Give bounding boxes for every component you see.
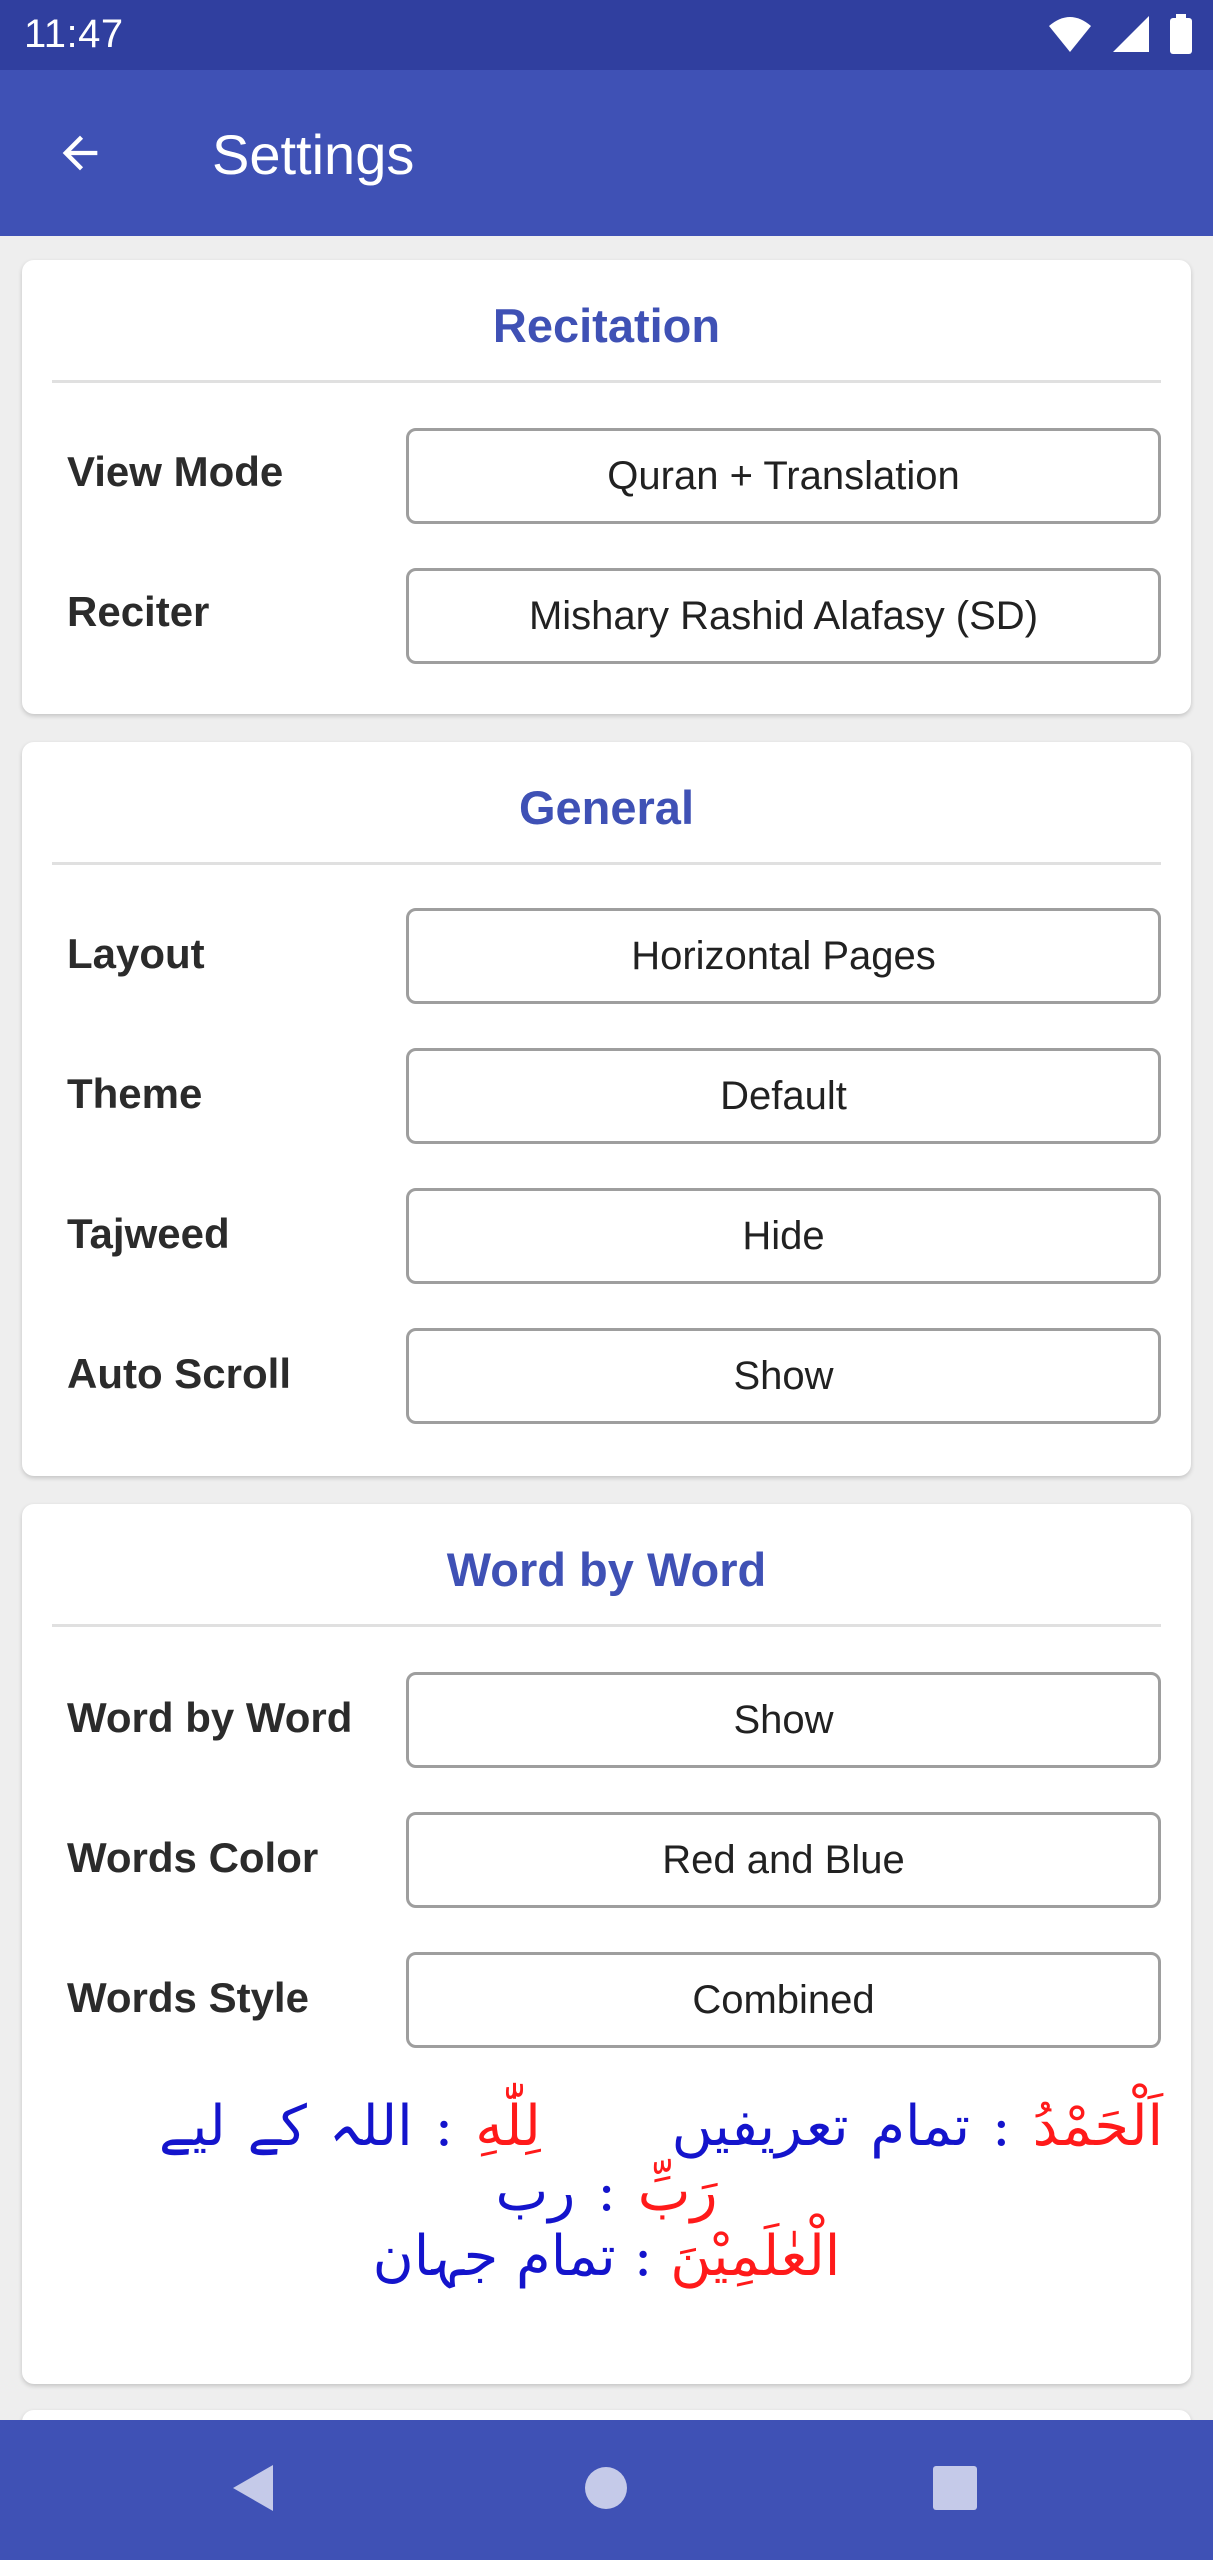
words-color-label: Words Color: [67, 1834, 319, 1881]
section-divider: [52, 862, 1161, 865]
words-style-label: Words Style: [67, 1974, 309, 2021]
recitation-card: Recitation View Mode Quran + Translation…: [22, 260, 1191, 714]
app-bar: Settings: [0, 70, 1213, 236]
signal-icon: [1111, 14, 1151, 59]
battery-icon: [1169, 14, 1193, 59]
preview-arabic-word: رَبِّ: [637, 2159, 718, 2224]
section-title-general: General: [518, 781, 695, 834]
section-title-recitation: Recitation: [492, 299, 721, 352]
section-divider: [52, 1624, 1161, 1627]
preview-arabic-word: اَلْحَمْدُ: [1032, 2094, 1164, 2159]
layout-label: Layout: [67, 930, 205, 977]
words-color-value: Red and Blue: [662, 1837, 905, 1882]
theme-select[interactable]: Default: [406, 1048, 1161, 1144]
auto-scroll-label: Auto Scroll: [67, 1350, 292, 1397]
status-time: 11:47: [24, 12, 124, 56]
preview-separator: :: [434, 2094, 454, 2159]
theme-value: Default: [720, 1073, 847, 1118]
preview-translation-word: اللہ کے لیے: [158, 2094, 413, 2159]
system-nav-bar: [0, 2420, 1213, 2560]
preview-separator: :: [991, 2094, 1011, 2159]
word-by-word-label: Word by Word: [67, 1694, 353, 1741]
status-bar: 11:47: [0, 0, 1213, 70]
preview-separator: :: [597, 2159, 616, 2224]
auto-scroll-value: Show: [733, 1353, 834, 1398]
arrow-back-icon: [54, 127, 106, 184]
words-style-select[interactable]: Combined: [406, 1952, 1161, 2048]
auto-scroll-select[interactable]: Show: [406, 1328, 1161, 1424]
back-button[interactable]: [40, 115, 120, 195]
nav-home-button[interactable]: [566, 2450, 646, 2530]
reciter-value: Mishary Rashid Alafasy (SD): [528, 593, 1039, 638]
general-card: General Layout Horizontal Pages Theme De…: [22, 742, 1191, 1476]
preview-translation-word: رب: [495, 2159, 576, 2224]
nav-recents-button[interactable]: [915, 2450, 995, 2530]
tajweed-value: Hide: [742, 1213, 825, 1258]
word-by-word-value: Show: [733, 1697, 834, 1742]
triangle-back-icon: [229, 2463, 275, 2518]
nav-back-button[interactable]: [212, 2450, 292, 2530]
preview-arabic-word: الْعٰلَمِیْنَ: [670, 2224, 841, 2289]
preview-arabic-word: لِلّٰهِ: [475, 2094, 541, 2159]
layout-value: Horizontal Pages: [631, 933, 936, 978]
reciter-select[interactable]: Mishary Rashid Alafasy (SD): [406, 568, 1161, 664]
layout-select[interactable]: Horizontal Pages: [406, 908, 1161, 1004]
reciter-label: Reciter: [67, 588, 210, 635]
view-mode-label: View Mode: [67, 448, 284, 495]
words-color-select[interactable]: Red and Blue: [406, 1812, 1161, 1908]
word-preview-line-1: اَلْحَمْدُ : تمام تعریفیں لِلّٰهِ : اللہ…: [22, 2094, 1191, 2224]
words-style-value: Combined: [692, 1977, 875, 2022]
section-title-word-by-word: Word by Word: [446, 1543, 767, 1596]
tajweed-select[interactable]: Hide: [406, 1188, 1161, 1284]
wifi-icon: [1047, 14, 1093, 59]
view-mode-value: Quran + Translation: [607, 453, 960, 498]
square-recents-icon: [933, 2465, 977, 2515]
word-by-word-select[interactable]: Show: [406, 1672, 1161, 1768]
preview-translation-word: تمام جہان: [372, 2224, 616, 2289]
theme-label: Theme: [67, 1070, 203, 1117]
word-by-word-card: Word by Word Word by Word Show Words Col…: [22, 1504, 1191, 2384]
view-mode-select[interactable]: Quran + Translation: [406, 428, 1161, 524]
circle-home-icon: [584, 2466, 628, 2515]
word-preview-line-2: الْعٰلَمِیْنَ : تمام جہان: [22, 2224, 1191, 2289]
preview-separator: :: [633, 2224, 653, 2289]
page-title: Settings: [212, 123, 415, 186]
preview-translation-word: تمام تعریفیں: [671, 2094, 971, 2159]
section-divider: [52, 380, 1161, 383]
tajweed-label: Tajweed: [67, 1210, 230, 1257]
status-icons: [1047, 14, 1193, 59]
